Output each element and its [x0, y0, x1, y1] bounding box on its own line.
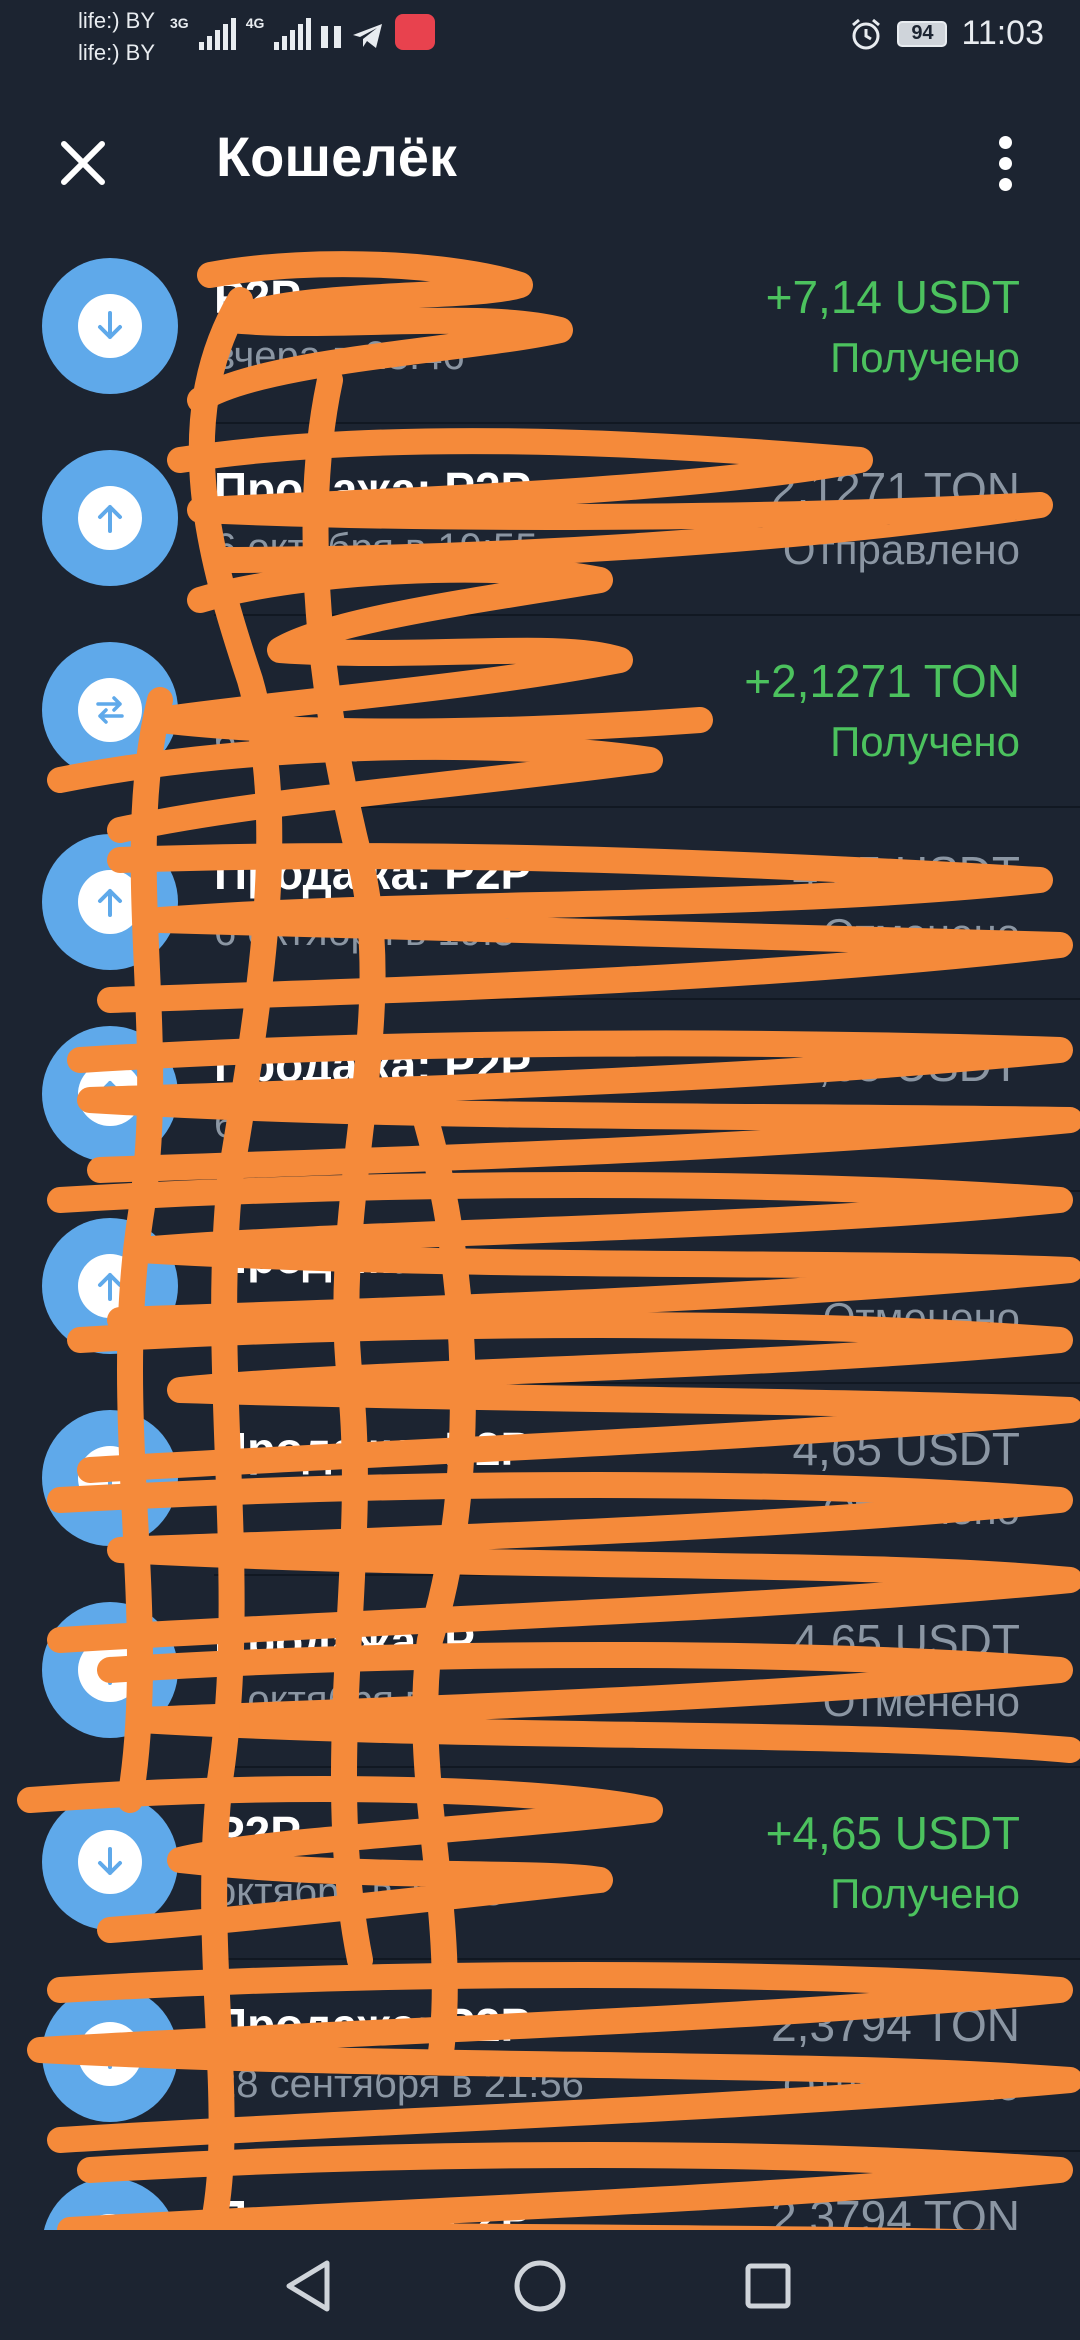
- transaction-type-badge: [42, 1794, 178, 1930]
- app-badge-icon: [395, 14, 436, 50]
- transaction-date: вчера в 23:46: [214, 334, 465, 378]
- transaction-row[interactable]: Продажа: P2P 6 4,65 USDT: [0, 1000, 1080, 1192]
- transaction-row[interactable]: Продажа: P2P 6 октября в 19:5 4,65 USDT Отм…: [0, 808, 1080, 1000]
- transaction-type-badge: [42, 450, 178, 586]
- arrow-up-icon: [78, 870, 142, 934]
- transaction-list[interactable]: P2P вчера в 23:46 +7,14 USDT Получено Продаж…: [0, 232, 1080, 2232]
- more-vertical-icon: [998, 135, 1012, 149]
- transaction-type-badge: [42, 1986, 178, 2122]
- transaction-status: Отменено: [822, 1678, 1020, 1725]
- transaction-status: Отменено: [822, 1294, 1020, 1341]
- status-icons-right: 94 11:03: [849, 14, 1044, 53]
- transaction-status: Отменено: [822, 910, 1020, 957]
- transaction-title: Продажа: P2P: [214, 1423, 532, 1475]
- swap-icon: [78, 678, 142, 742]
- transaction-status: Отправлено: [782, 2062, 1020, 2109]
- telegram-icon: [353, 24, 383, 48]
- transaction-type-badge: [42, 1410, 178, 1546]
- transaction-date: октября в 19:43: [214, 1870, 505, 1914]
- arrow-up-icon: [78, 1062, 142, 1126]
- page-title: Кошелёк: [216, 125, 457, 188]
- arrow-up-icon: [78, 1254, 142, 1318]
- arrow-up-icon: [78, 2022, 142, 2086]
- transaction-row[interactable]: 6 октября в 19:54 +2,1271 TON Получено: [0, 616, 1080, 808]
- transaction-date: 6 октября в: [214, 1294, 427, 1338]
- transaction-date: 6 октября в 19:5: [214, 910, 516, 954]
- transaction-date: 6 октября в 19:54: [214, 718, 538, 762]
- home-button[interactable]: [500, 2246, 580, 2326]
- transaction-row[interactable]: Продажа: P2P 4,65 USDT Отменено: [0, 1384, 1080, 1576]
- transaction-title: P2P: [214, 271, 301, 323]
- transaction-amount: +4,65 USDT: [765, 1807, 1020, 1859]
- transaction-title: P2P: [214, 1807, 301, 1859]
- transaction-status: Отправлено: [782, 526, 1020, 573]
- transaction-amount: 2,1271 TON: [771, 463, 1020, 515]
- recents-square-icon: [745, 2263, 791, 2309]
- transaction-title: Продажа: P2P: [214, 1999, 532, 2051]
- transaction-row[interactable]: Продажа: P2P 2,3794 TON: [0, 2152, 1080, 2232]
- transaction-amount: 4,65 USDT: [792, 1615, 1020, 1667]
- network-type-2: 4G: [245, 15, 265, 31]
- transaction-row[interactable]: Продажа: P2P 28 сентября в 21:56 2,3794 TO…: [0, 1960, 1080, 2152]
- home-circle-icon: [514, 2260, 566, 2312]
- transaction-amount: 2,3794 TON: [771, 2191, 1020, 2232]
- status-icons-left: 3G 4G: [170, 14, 436, 50]
- transaction-type-badge: [42, 1218, 178, 1354]
- transaction-status: Получено: [830, 334, 1020, 381]
- transaction-row[interactable]: P2P вчера в 23:46 +7,14 USDT Получено: [0, 232, 1080, 424]
- transaction-row[interactable]: Продажа 6 октября в Отменено: [0, 1192, 1080, 1384]
- transaction-amount: 4,65 USDT: [792, 1039, 1020, 1091]
- transaction-row[interactable]: P2P октября в 19:43 +4,65 USDT Получено: [0, 1768, 1080, 1960]
- carrier-label-1: life:) BY: [78, 8, 156, 33]
- signal-icon: [274, 18, 312, 50]
- transaction-status: Отменено: [822, 1486, 1020, 1533]
- transaction-amount: +7,14 USDT: [765, 271, 1020, 323]
- system-nav-bar: [0, 2230, 1080, 2340]
- transaction-status: Получено: [830, 718, 1020, 765]
- network-type-1: 3G: [170, 15, 189, 31]
- transaction-type-badge: [42, 258, 178, 394]
- signal-icon: [198, 18, 236, 50]
- arrow-up-icon: [78, 486, 142, 550]
- arrow-up-icon: [78, 1638, 142, 1702]
- transaction-type-badge: [42, 1026, 178, 1162]
- transaction-type-badge: [42, 834, 178, 970]
- transaction-type-badge: [42, 642, 178, 778]
- status-time: 11:03: [961, 14, 1044, 52]
- transaction-amount: 4,65 USDT: [792, 847, 1020, 899]
- app-bar: Кошелёк: [0, 80, 1080, 230]
- transaction-row[interactable]: Продажа: P 6 октября в 4,65 USDT Отменено: [0, 1576, 1080, 1768]
- back-triangle-icon: [286, 2260, 330, 2312]
- close-button[interactable]: [40, 120, 126, 206]
- transaction-title: Продажа: P2P: [214, 1039, 532, 1091]
- arrow-down-icon: [78, 1830, 142, 1894]
- alarm-icon: [852, 18, 881, 49]
- back-button[interactable]: [268, 2246, 348, 2326]
- transaction-date: 6 октября в 19:55: [214, 526, 538, 570]
- transaction-date: 28 сентября в 21:56: [214, 2062, 584, 2106]
- transaction-title: Продажа: P2P: [214, 463, 532, 515]
- transaction-title: Продажа: P2P: [214, 847, 532, 899]
- transaction-amount: 4,65 USDT: [792, 1423, 1020, 1475]
- transaction-type-badge: [42, 1602, 178, 1738]
- arrow-down-icon: [78, 294, 142, 358]
- transaction-title: Продажа: P: [214, 1615, 475, 1667]
- transaction-date: 6 октября в: [214, 1678, 427, 1722]
- pause-icon: [321, 26, 342, 48]
- transaction-title: Продажа: [214, 1231, 417, 1283]
- close-icon: [61, 141, 105, 185]
- transaction-amount: 2,3794 TON: [771, 1999, 1020, 2051]
- recents-button[interactable]: [728, 2246, 808, 2326]
- transaction-row[interactable]: Продажа: P2P 6 октября в 19:55 2,1271 TON О…: [0, 424, 1080, 616]
- battery-icon: 94: [897, 20, 948, 47]
- transaction-amount: +2,1271 TON: [744, 655, 1020, 707]
- transaction-type-badge: [42, 2178, 178, 2232]
- transaction-title: Продажа: P2P: [214, 2191, 532, 2232]
- arrow-up-icon: [78, 1446, 142, 1510]
- more-options-button[interactable]: [970, 120, 1040, 206]
- status-bar: life:) BY life:) BY 3G 4G 94 11:03: [0, 0, 1080, 80]
- carrier-label-2: life:) BY: [78, 40, 156, 65]
- transaction-status: Получено: [830, 1870, 1020, 1917]
- transaction-date: 6: [214, 1102, 237, 1146]
